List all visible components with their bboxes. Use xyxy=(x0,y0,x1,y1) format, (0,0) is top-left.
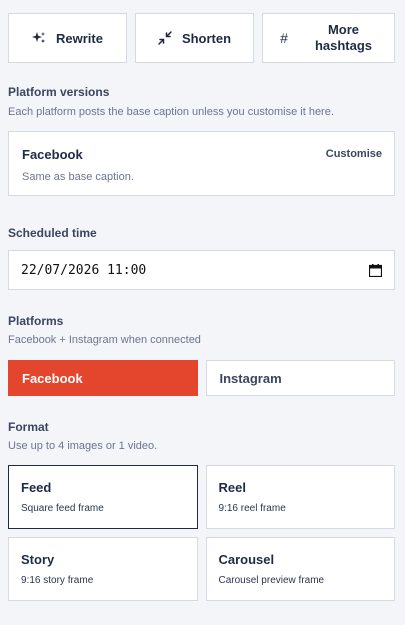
format-option-subtitle: 9:16 reel frame xyxy=(218,503,286,514)
rewrite-button[interactable]: Rewrite xyxy=(8,13,127,63)
hashtag-icon: # xyxy=(280,30,288,46)
platforms-title: Platforms xyxy=(8,314,64,328)
format-title: Format xyxy=(8,420,49,434)
format-option-story[interactable]: Story 9:16 story frame xyxy=(8,537,198,601)
platform-facebook-button[interactable]: Facebook xyxy=(8,360,198,396)
format-option-title: Carousel xyxy=(218,552,275,567)
scheduled-time-value: 22/07/2026 11:00 xyxy=(21,262,147,278)
format-grid: Feed Square feed frame Reel 9:16 reel fr… xyxy=(8,465,395,601)
caption-editor-panel: Rewrite Shorten # More hashtags Platform… xyxy=(0,0,405,625)
format-option-carousel[interactable]: Carousel Carousel preview frame xyxy=(205,537,395,601)
caption-actions: Rewrite Shorten # More hashtags xyxy=(8,13,395,63)
format-option-feed[interactable]: Feed Square feed frame xyxy=(8,465,198,529)
rewrite-label: Rewrite xyxy=(56,30,103,46)
customise-link[interactable]: Customise xyxy=(326,148,382,160)
format-option-title: Story xyxy=(21,552,55,567)
format-option-title: Feed xyxy=(21,480,52,495)
platform-versions-title: Platform versions xyxy=(8,85,110,99)
platform-toggle-group: Facebook Instagram xyxy=(8,360,395,396)
sparkles-icon xyxy=(32,31,46,45)
platforms-help: Facebook + Instagram when connected xyxy=(8,334,201,346)
platform-instagram-button[interactable]: Instagram xyxy=(205,360,395,396)
format-option-title: Reel xyxy=(218,480,246,495)
more-hashtags-label: More hashtags xyxy=(314,22,373,53)
platform-version-card-facebook: Facebook Same as base caption. Customise xyxy=(8,131,395,196)
format-help: Use up to 4 images or 1 video. xyxy=(8,440,158,452)
shrink-arrows-icon xyxy=(158,31,172,45)
format-option-subtitle: 9:16 story frame xyxy=(21,575,94,586)
more-hashtags-button[interactable]: # More hashtags xyxy=(262,13,395,63)
format-option-subtitle: Square feed frame xyxy=(21,503,104,514)
format-option-subtitle: Carousel preview frame xyxy=(218,575,325,586)
format-option-reel[interactable]: Reel 9:16 reel frame xyxy=(205,465,395,529)
scheduled-time-title: Scheduled time xyxy=(8,226,97,240)
shorten-label: Shorten xyxy=(181,30,232,46)
platform-versions-help: Each platform posts the base caption unl… xyxy=(8,106,334,118)
platform-version-subtitle: Same as base caption. xyxy=(22,171,134,183)
calendar-icon[interactable] xyxy=(368,263,383,277)
shorten-button[interactable]: Shorten xyxy=(135,13,254,63)
scheduled-time-input[interactable]: 22/07/2026 11:00 xyxy=(8,250,395,290)
